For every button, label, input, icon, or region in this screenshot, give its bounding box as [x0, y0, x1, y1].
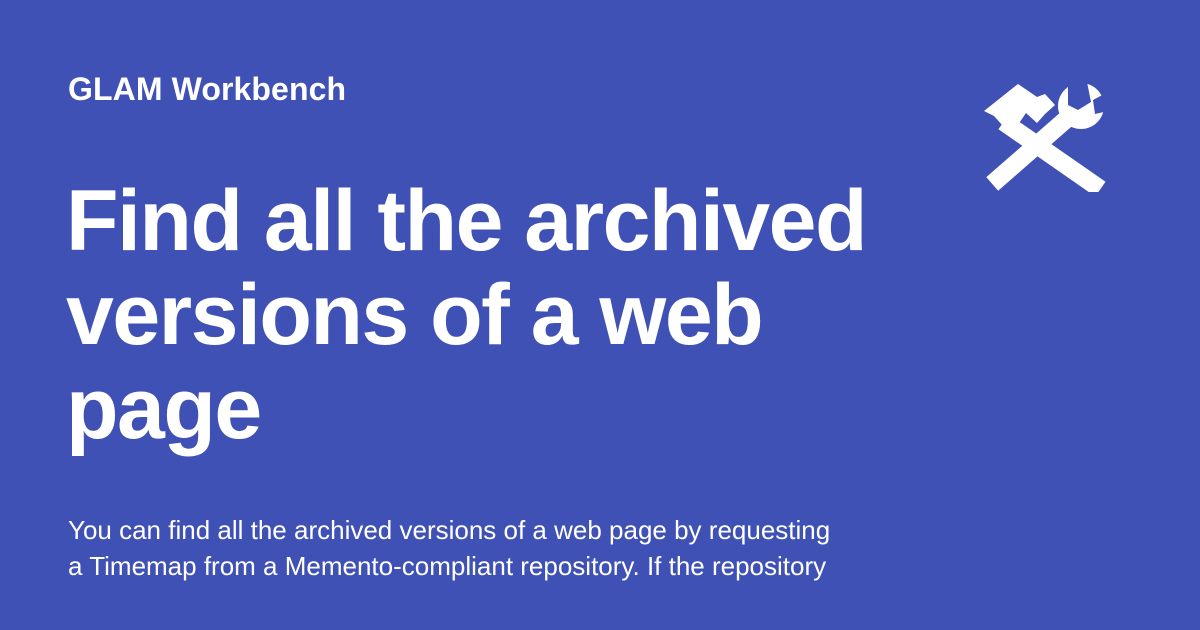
hammer-wrench-icon [984, 80, 1106, 192]
description-line: a Timemap from a Memento-compliant repos… [68, 551, 827, 581]
page-title: Find all the archived versions of a web … [66, 173, 868, 457]
description: You can find all the archived versions o… [68, 512, 928, 584]
description-line: You can find all the archived versions o… [68, 515, 831, 545]
social-card: GLAM Workbench Find all the archived ver… [0, 0, 1200, 630]
site-name: GLAM Workbench [68, 71, 347, 107]
